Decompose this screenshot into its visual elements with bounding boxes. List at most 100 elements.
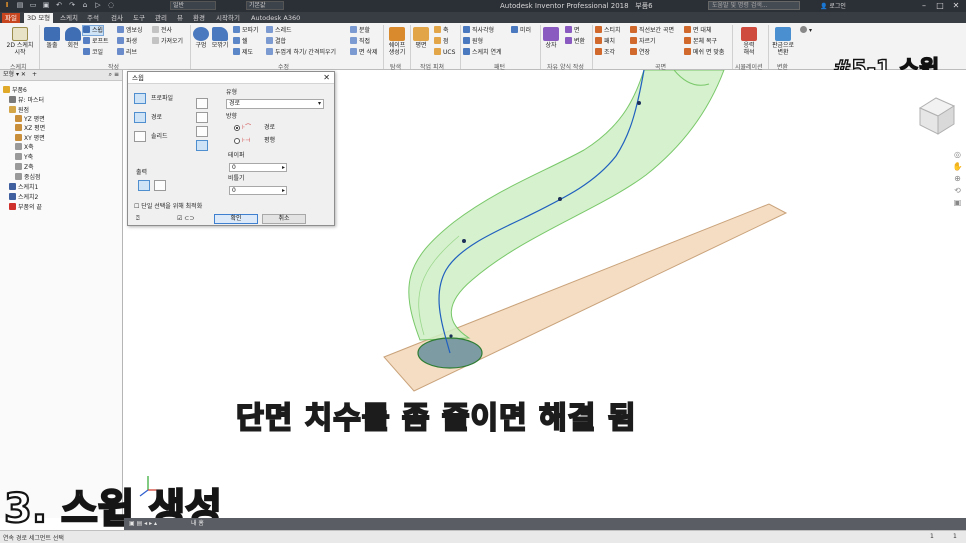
taper-input[interactable]: 0 ▸ <box>229 163 287 172</box>
pan-icon[interactable]: ✋ <box>951 162 964 174</box>
tab-a360[interactable]: Autodesk A360 <box>248 13 303 23</box>
fillet-button[interactable]: 모깎기 <box>210 27 230 49</box>
delete-face-button[interactable]: 면 삭제 <box>350 48 377 57</box>
coil-button[interactable]: 코일 <box>83 48 103 57</box>
look-at-icon[interactable]: ▣ <box>951 198 964 210</box>
tab-nav-icons[interactable]: ▣ ▤ ◂ ▸ ▴ <box>126 519 160 529</box>
new-solid-button[interactable] <box>196 140 208 151</box>
import-button[interactable]: 가져오기 <box>152 37 183 46</box>
chamfer-button[interactable]: 모따기 <box>233 26 259 35</box>
mirror-button[interactable]: 미러 <box>511 26 531 35</box>
sketch-driven-pattern-button[interactable]: 스케치 연계 <box>463 48 502 57</box>
path-point[interactable] <box>558 197 562 201</box>
twist-input[interactable]: 0 ▸ <box>229 186 287 195</box>
rectangular-pattern-button[interactable]: 직사각형 <box>463 26 494 35</box>
preview-checkbox[interactable]: ☑ ⊂⊃ <box>177 215 194 223</box>
circular-pattern-button[interactable]: 원형 <box>463 37 483 46</box>
browser-tab-model[interactable]: 모형 <box>3 71 14 78</box>
split-button[interactable]: 분할 <box>350 26 370 35</box>
ribbon-options-button[interactable]: ▾ <box>800 26 812 35</box>
open-icon[interactable]: ▭ <box>28 1 38 10</box>
hole-button[interactable]: 구멍 <box>192 27 210 49</box>
app-logo-icon[interactable]: I <box>2 1 12 10</box>
revolve-button[interactable]: 회전 <box>63 27 83 49</box>
shell-button[interactable]: 쉘 <box>233 37 248 46</box>
browser-item[interactable]: 부품6 <box>3 86 27 95</box>
ok-button[interactable]: 확인 <box>214 214 258 224</box>
browser-item[interactable]: 스케치2 <box>9 193 38 202</box>
decal-button[interactable]: 전사 <box>152 26 172 35</box>
patch-button[interactable]: 패치 <box>595 37 615 46</box>
select-icon[interactable]: ▷ <box>93 1 103 10</box>
ruled-surface-button[interactable]: 직선보간 곡면 <box>630 26 674 35</box>
thicken-button[interactable]: 두껍게 하기/ 간격띄우기 <box>266 48 336 57</box>
emboss-button[interactable]: 엠보싱 <box>117 26 143 35</box>
browser-item[interactable]: XY 평면 <box>15 134 45 143</box>
minimize-icon[interactable]: – <box>916 0 932 11</box>
browser-item[interactable]: 중심점 <box>15 173 41 182</box>
browser-item[interactable]: Y축 <box>15 153 33 162</box>
axis-button[interactable]: 축 <box>434 26 449 35</box>
tab-annotate[interactable]: 주석 <box>84 13 102 23</box>
direct-button[interactable]: 직접 <box>350 37 370 46</box>
draft-button[interactable]: 제도 <box>233 48 253 57</box>
browser-item[interactable]: 뷰: 마스터 <box>9 96 44 105</box>
extrude-button[interactable]: 돌출 <box>42 27 62 49</box>
face-button[interactable]: 면 <box>565 26 580 35</box>
optimize-checkbox[interactable]: ☐ 단일 선택을 위해 최적화 <box>134 203 202 211</box>
convert-to-sheet-metal-button[interactable]: 판금으로 변환 <box>770 27 796 56</box>
mesh-fit-button[interactable]: 메쉬 면 맞춤 <box>684 48 724 57</box>
redo-icon[interactable]: ↷ <box>67 1 77 10</box>
thread-button[interactable]: 스레드 <box>266 26 292 35</box>
tab-get-started[interactable]: 시작하기 <box>213 13 243 23</box>
browser-item[interactable]: XZ 평면 <box>15 124 45 133</box>
maximize-icon[interactable]: □ <box>932 0 948 11</box>
appearance-select[interactable]: 일반 <box>170 1 216 10</box>
new-icon[interactable]: ▤ <box>15 1 25 10</box>
view-cube[interactable] <box>918 97 956 135</box>
join-operation-button[interactable] <box>196 98 208 109</box>
zoom-icon[interactable]: ⊕ <box>951 174 964 186</box>
direction-path-radio[interactable] <box>234 125 240 131</box>
intersect-operation-button[interactable] <box>196 126 208 137</box>
undo-icon[interactable]: ↶ <box>54 1 64 10</box>
steering-wheel-icon[interactable]: ◎ <box>951 150 964 162</box>
menu-icon[interactable]: ≡ <box>114 71 119 78</box>
tab-view[interactable]: 뷰 <box>174 13 186 23</box>
combine-button[interactable]: 결합 <box>266 37 286 46</box>
solid-select-button[interactable] <box>134 131 146 142</box>
cut-operation-button[interactable] <box>196 112 208 123</box>
tab-3d-model[interactable]: 3D 모형 <box>24 13 54 23</box>
close-icon[interactable]: ✕ <box>323 72 330 84</box>
browser-item[interactable]: Z축 <box>15 163 34 172</box>
trim-button[interactable]: 자르기 <box>630 37 656 46</box>
tab-file[interactable]: 파일 <box>2 13 20 23</box>
browser-item[interactable]: YZ 평면 <box>15 115 45 124</box>
replace-face-button[interactable]: 면 대체 <box>684 26 711 35</box>
tab-manage[interactable]: 관리 <box>152 13 170 23</box>
help-search-input[interactable]: 도움말 및 명령 검색... <box>708 1 800 10</box>
path-point[interactable] <box>637 101 641 105</box>
browser-item[interactable]: X축 <box>15 143 34 152</box>
help-icon[interactable]: ⍰ <box>136 215 140 223</box>
orbit-icon[interactable]: ⟲ <box>951 186 964 198</box>
direction-parallel-radio[interactable] <box>234 138 240 144</box>
start-2d-sketch-button[interactable]: 2D 스케치 시작 <box>4 27 36 56</box>
profile-select-button[interactable] <box>134 93 146 104</box>
material-select[interactable]: 기본값 <box>246 1 284 10</box>
convert-button[interactable]: 변환 <box>565 37 585 46</box>
sculpt-button[interactable]: 조각 <box>595 48 615 57</box>
browser-item[interactable]: 원점 <box>9 106 29 115</box>
ucs-button[interactable]: UCS <box>434 48 455 57</box>
box-button[interactable]: 상자 <box>542 27 560 49</box>
stress-analysis-button[interactable]: 응력 해석 <box>738 27 760 56</box>
cancel-button[interactable]: 취소 <box>262 214 306 224</box>
tab-inspect[interactable]: 검사 <box>108 13 126 23</box>
path-select-button[interactable] <box>134 112 146 123</box>
add-tab-icon[interactable]: + <box>32 70 37 80</box>
path-point[interactable] <box>462 239 466 243</box>
search-icon[interactable]: ⌕ <box>109 71 112 78</box>
tab-environments[interactable]: 환경 <box>190 13 208 23</box>
update-icon[interactable]: ◌ <box>106 1 116 10</box>
stitch-button[interactable]: 스티치 <box>595 26 621 35</box>
